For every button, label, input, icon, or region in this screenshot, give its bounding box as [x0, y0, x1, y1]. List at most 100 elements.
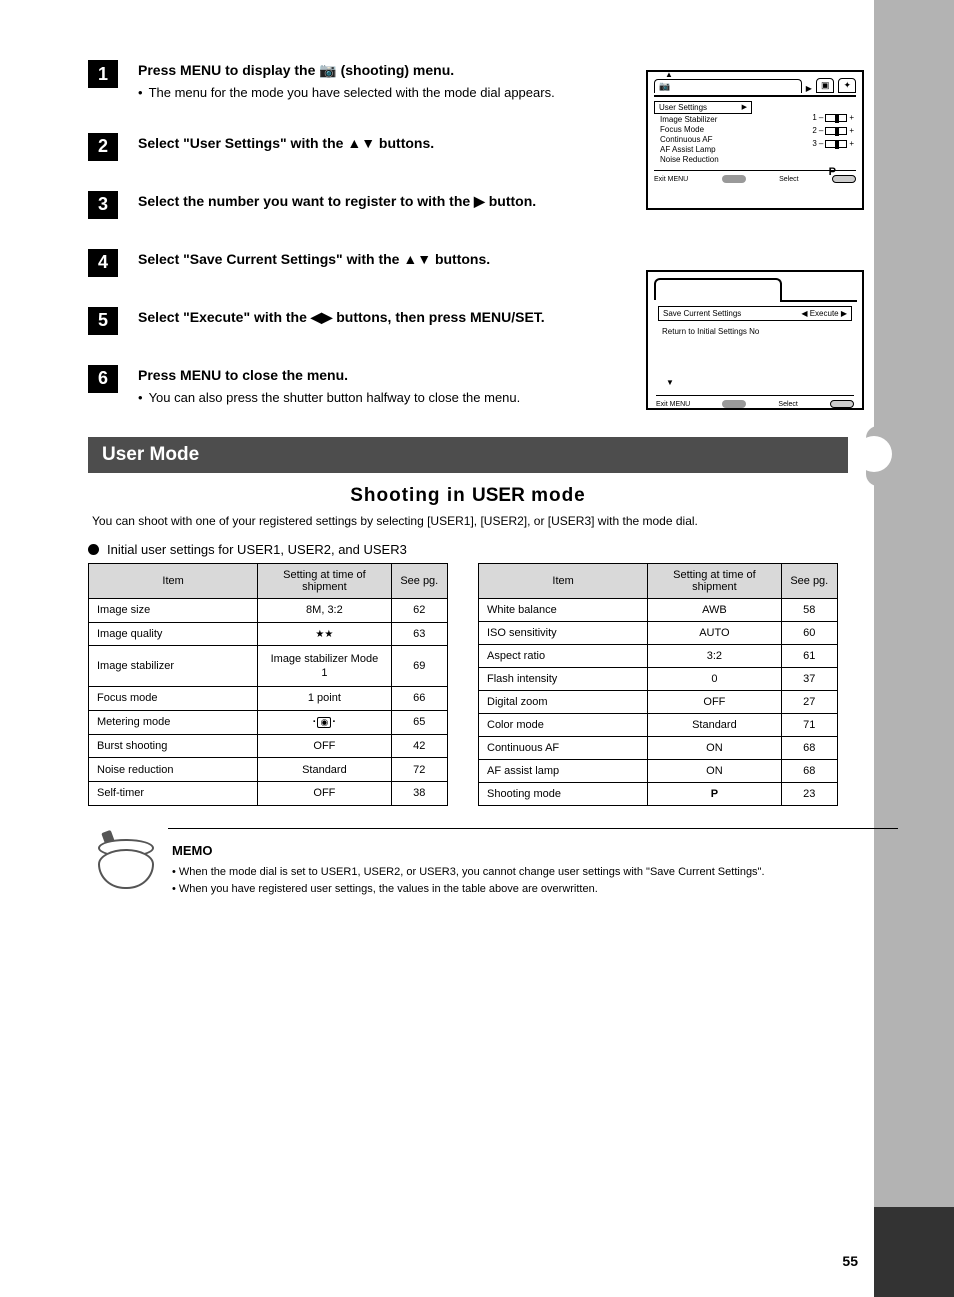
table-header: Setting at time of shipment	[258, 563, 391, 598]
table-row: Aspect ratio3:261	[479, 644, 838, 667]
cell-page: 71	[781, 713, 837, 736]
cell-item: Noise reduction	[89, 758, 258, 782]
cell-item: Image stabilizer	[89, 646, 258, 687]
memo-line: When you have registered user settings, …	[172, 881, 765, 898]
cell-page: 37	[781, 667, 837, 690]
step-sub-text: You can also press the shutter button ha…	[149, 388, 521, 408]
cell-item: Digital zoom	[479, 690, 648, 713]
step-main-text: Select "Save Current Settings" with the …	[138, 249, 848, 270]
cell-setting: ON	[648, 759, 781, 782]
settings-table-left: Item Setting at time of shipment See pg.…	[88, 563, 448, 806]
cell-setting: 3:2	[648, 644, 781, 667]
triangle-up-icon	[403, 251, 417, 267]
tables-caption: Initial user settings for USER1, USER2, …	[88, 542, 848, 557]
bullet-dot-icon	[88, 544, 99, 555]
cell-item: Image size	[89, 598, 258, 622]
cell-setting: ON	[648, 736, 781, 759]
cell-item: ISO sensitivity	[479, 621, 648, 644]
cell-page: 60	[781, 621, 837, 644]
cell-item: Continuous AF	[479, 736, 648, 759]
step-number: 2	[88, 133, 118, 161]
section-description: You can shoot with one of your registere…	[88, 513, 848, 542]
table-row: Flash intensity037	[479, 667, 838, 690]
bullet-dot-icon	[138, 83, 143, 103]
cell-setting: OFF	[648, 690, 781, 713]
cell-item: Burst shooting	[89, 734, 258, 758]
cell-page: 66	[391, 687, 447, 711]
star-icon	[324, 628, 333, 640]
cell-page: 27	[781, 690, 837, 713]
step-main-text: Select "Execute" with the buttons, then …	[138, 307, 848, 328]
table-row: Image size8M, 3:262	[89, 598, 448, 622]
step-number: 3	[88, 191, 118, 219]
table-header: Item	[479, 563, 648, 598]
cell-item: Self-timer	[89, 782, 258, 806]
table-row: Image stabilizerImage stabilizer Mode 16…	[89, 646, 448, 687]
table-row: ISO sensitivityAUTO60	[479, 621, 838, 644]
cell-setting: 1 point	[258, 687, 391, 711]
table-header: Item	[89, 563, 258, 598]
bullet-dot-icon	[138, 388, 143, 408]
memo-line: When the mode dial is set to USER1, USER…	[172, 864, 765, 881]
table-row: Burst shootingOFF42	[89, 734, 448, 758]
table-row: Metering mode65	[89, 710, 448, 734]
cell-setting	[258, 710, 391, 734]
cell-setting: 8M, 3:2	[258, 598, 391, 622]
step-2: 2 Select "User Settings" with the button…	[88, 133, 848, 161]
table-row: White balanceAWB58	[479, 598, 838, 621]
cell-item: Image quality	[89, 622, 258, 646]
table-row: Digital zoomOFF27	[479, 690, 838, 713]
cell-page: 68	[781, 736, 837, 759]
step-number: 6	[88, 365, 118, 393]
memo-block: MEMO When the mode dial is set to USER1,…	[168, 828, 898, 898]
step-main-text: Select the number you want to register t…	[138, 191, 848, 212]
section-heading-bar: User Mode	[88, 437, 848, 473]
cell-page: 58	[781, 598, 837, 621]
step-main-text: Press MENU to display the 📷 (shooting) m…	[138, 60, 848, 81]
step-main-text: Select "User Settings" with the buttons.	[138, 133, 848, 154]
cell-page: 23	[781, 782, 837, 805]
camera-icon: 📷	[319, 62, 336, 78]
side-margin	[874, 0, 954, 1297]
table-header: See pg.	[781, 563, 837, 598]
table-row: Self-timerOFF38	[89, 782, 448, 806]
table-header: See pg.	[391, 563, 447, 598]
cell-item: Flash intensity	[479, 667, 648, 690]
settings-table-right: Item Setting at time of shipment See pg.…	[478, 563, 838, 806]
cell-page: 69	[391, 646, 447, 687]
cell-page: 65	[391, 710, 447, 734]
cell-setting: OFF	[258, 734, 391, 758]
cell-setting: Standard	[648, 713, 781, 736]
step-main-text: Press MENU to close the menu.	[138, 365, 848, 386]
cell-page: 62	[391, 598, 447, 622]
step-sub-text: The menu for the mode you have selected …	[149, 83, 555, 103]
table-header: Setting at time of shipment	[648, 563, 781, 598]
step-1: 1 Press MENU to display the 📷 (shooting)…	[88, 60, 848, 103]
cell-page: 42	[391, 734, 447, 758]
table-row: Image quality63	[89, 622, 448, 646]
cell-item: Color mode	[479, 713, 648, 736]
triangle-right-icon	[474, 193, 485, 209]
cell-item: Aspect ratio	[479, 644, 648, 667]
step-6: 6 Press MENU to close the menu. You can …	[88, 365, 848, 408]
step-number: 4	[88, 249, 118, 277]
table-row: AF assist lampON68	[479, 759, 838, 782]
cell-page: 61	[781, 644, 837, 667]
cell-page: 68	[781, 759, 837, 782]
table-row: Noise reductionStandard72	[89, 758, 448, 782]
step-5: 5 Select "Execute" with the buttons, the…	[88, 307, 848, 335]
metering-multiple-icon	[313, 716, 336, 728]
table-row: Color modeStandard71	[479, 713, 838, 736]
cell-setting: 0	[648, 667, 781, 690]
memo-label: MEMO	[172, 841, 765, 861]
cell-page: 38	[391, 782, 447, 806]
mode-p-icon: P	[711, 788, 718, 800]
step-4: 4 Select "Save Current Settings" with th…	[88, 249, 848, 277]
step-3: 3 Select the number you want to register…	[88, 191, 848, 219]
triangle-down-icon	[361, 135, 375, 151]
section-corner-tab	[874, 1207, 954, 1297]
cell-item: Shooting mode	[479, 782, 648, 805]
cell-setting: P	[648, 782, 781, 805]
cell-setting: OFF	[258, 782, 391, 806]
triangle-up-icon	[347, 135, 361, 151]
